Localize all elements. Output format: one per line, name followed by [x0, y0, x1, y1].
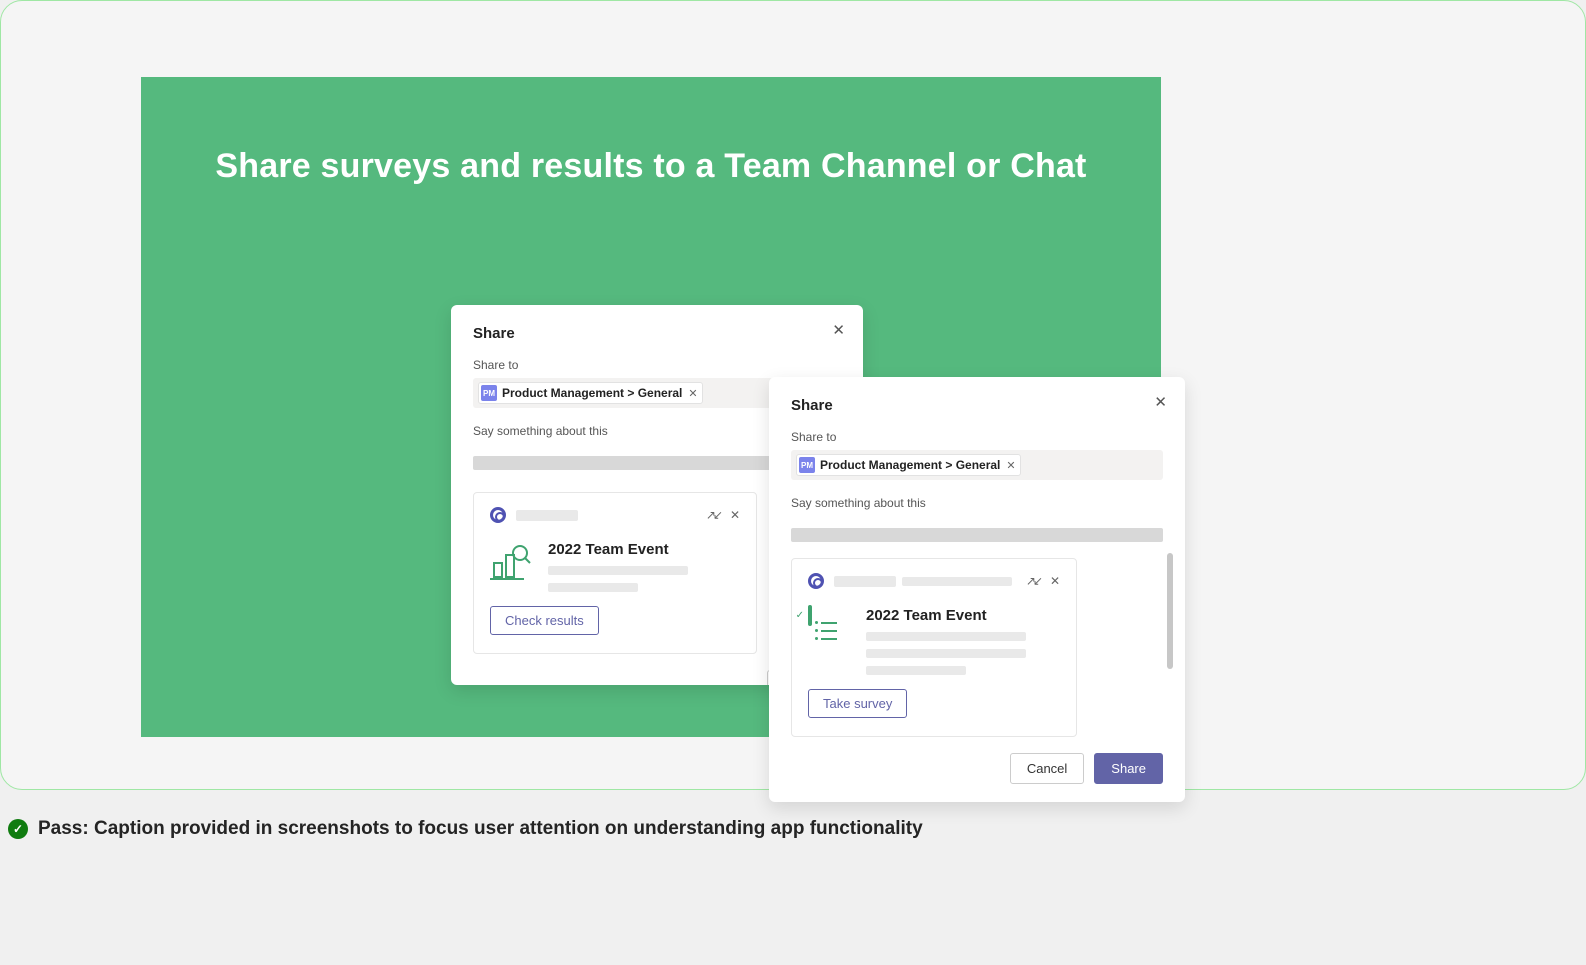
cancel-button[interactable]: Cancel	[1010, 753, 1084, 784]
validation-caption: ✓ Pass: Caption provided in screenshots …	[8, 818, 923, 840]
chip-text: Product Management > General	[502, 386, 682, 400]
channel-chip[interactable]: PM Product Management > General ✕	[478, 382, 703, 404]
chart-icon	[490, 541, 534, 581]
card-controls: ↗↙ ✕	[706, 508, 740, 522]
card-title: 2022 Team Event	[866, 607, 1060, 624]
attachment-card: ↗↙ ✕ 2022 Team Event	[791, 558, 1077, 737]
placeholder-line	[548, 566, 688, 575]
team-avatar-icon: PM	[799, 457, 815, 473]
card-controls: ↗↙ ✕	[1026, 574, 1060, 588]
close-icon[interactable]: ✕	[1154, 393, 1167, 411]
placeholder-line	[866, 649, 1026, 658]
dialog-title: Share	[473, 325, 841, 342]
example-panel: Share surveys and results to a Team Chan…	[141, 77, 1161, 737]
collapse-icon[interactable]: ↗↙	[706, 508, 720, 522]
remove-card-icon[interactable]: ✕	[730, 508, 740, 522]
panel-headline: Share surveys and results to a Team Chan…	[215, 147, 1086, 186]
collapse-icon[interactable]: ↗↙	[1026, 574, 1040, 588]
share-to-field[interactable]: PM Product Management > General ✕	[791, 450, 1163, 480]
team-avatar-icon: PM	[481, 385, 497, 401]
check-results-button[interactable]: Check results	[490, 606, 599, 635]
message-label: Say something about this	[791, 496, 1163, 510]
placeholder-line	[866, 666, 966, 675]
app-logo-icon	[808, 573, 824, 589]
card-header: ↗↙ ✕	[808, 573, 1060, 589]
scrollbar[interactable]	[1167, 553, 1173, 669]
card-header: ↗↙ ✕	[490, 507, 740, 523]
message-input-placeholder[interactable]	[791, 528, 1163, 542]
placeholder-line	[548, 583, 638, 592]
dialog-footer: Cancel Share	[791, 737, 1163, 802]
close-icon[interactable]: ✕	[832, 321, 845, 339]
channel-chip[interactable]: PM Product Management > General ✕	[796, 454, 1021, 476]
placeholder-line	[866, 632, 1026, 641]
card-title: 2022 Team Event	[548, 541, 740, 558]
share-button[interactable]: Share	[1094, 753, 1163, 784]
remove-card-icon[interactable]: ✕	[1050, 574, 1060, 588]
caption-text: Pass: Caption provided in screenshots to…	[38, 818, 923, 840]
remove-chip-icon[interactable]: ✕	[688, 387, 697, 400]
share-to-label: Share to	[791, 430, 1163, 444]
share-to-label: Share to	[473, 358, 841, 372]
remove-chip-icon[interactable]: ✕	[1006, 459, 1015, 472]
placeholder-line	[834, 576, 896, 587]
attachment-card: ↗↙ ✕ 2022 Tea	[473, 492, 757, 654]
placeholder-line	[902, 577, 1012, 586]
chip-text: Product Management > General	[820, 458, 1000, 472]
app-logo-icon	[490, 507, 506, 523]
survey-icon	[808, 607, 852, 647]
pass-check-icon: ✓	[8, 819, 28, 839]
dialog-title: Share	[791, 397, 1163, 414]
placeholder-line	[516, 510, 578, 521]
share-dialog-survey: Share ✕ Share to PM Product Management >…	[769, 377, 1185, 802]
success-example-frame: Share surveys and results to a Team Chan…	[0, 0, 1586, 790]
take-survey-button[interactable]: Take survey	[808, 689, 907, 718]
